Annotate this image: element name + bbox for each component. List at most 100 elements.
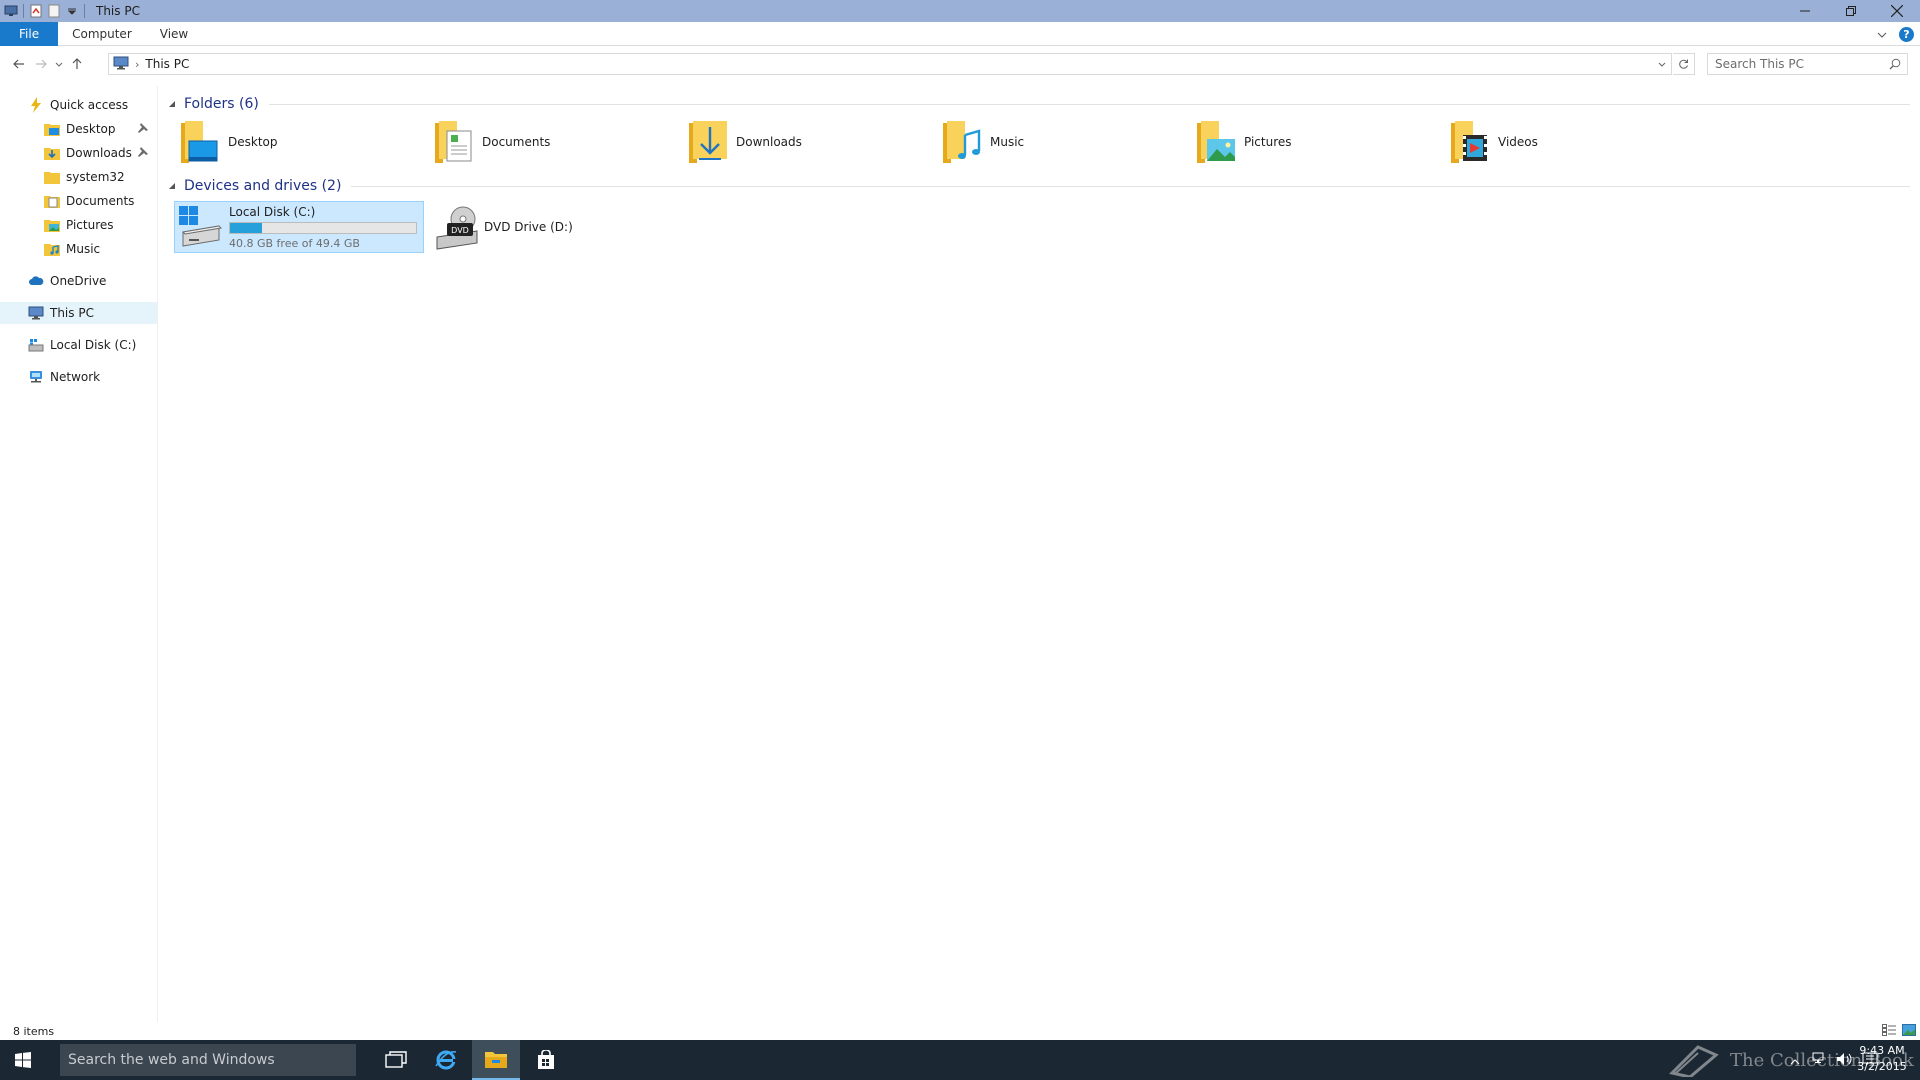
restore-button[interactable] <box>1828 0 1874 22</box>
ribbon-tabs: File Computer View ? <box>0 21 1920 46</box>
internet-explorer-icon <box>435 1050 457 1070</box>
task-view-button[interactable] <box>372 1040 420 1080</box>
tab-view[interactable]: View <box>146 22 202 46</box>
address-dropdown-button[interactable] <box>1653 54 1671 74</box>
folder-label: Videos <box>1498 135 1538 149</box>
nav-qa-downloads[interactable]: Downloads <box>0 142 157 164</box>
customize-toolbar-chevron-icon[interactable] <box>65 4 79 18</box>
videos-folder-icon <box>1448 118 1496 166</box>
nav-qa-system32[interactable]: system32 <box>0 166 157 188</box>
breadcrumb-this-pc[interactable]: This PC <box>145 57 189 71</box>
clock-time: 9:43 AM <box>1859 1044 1905 1057</box>
toolbar-divider <box>23 4 24 18</box>
folder-downloads[interactable]: Downloads <box>686 118 802 166</box>
pin-icon[interactable] <box>137 122 149 137</box>
nav-label: Desktop <box>66 122 116 136</box>
drive-dvd-d[interactable]: DVD DVD Drive (D:) <box>432 201 573 253</box>
dvd-drive-icon: DVD <box>432 202 482 252</box>
details-view-icon[interactable] <box>1882 1023 1896 1039</box>
drive-name: Local Disk (C:) <box>229 204 316 219</box>
book-icon <box>1669 1045 1719 1077</box>
nav-qa-desktop[interactable]: Desktop <box>0 118 157 140</box>
new-folder-icon[interactable] <box>47 4 61 18</box>
taskbar-search-placeholder: Search the web and Windows <box>68 1052 275 1068</box>
nav-label: Local Disk (C:) <box>50 338 137 352</box>
refresh-button[interactable] <box>1673 53 1695 75</box>
folder-label: Downloads <box>736 135 802 149</box>
dvd-badge-text: DVD <box>451 226 469 235</box>
help-icon[interactable]: ? <box>1899 26 1914 42</box>
nav-label: OneDrive <box>50 274 107 288</box>
large-icons-view-icon[interactable] <box>1902 1023 1916 1039</box>
properties-icon[interactable] <box>29 4 43 18</box>
clock-date: 3/2/2015 <box>1857 1060 1907 1073</box>
nav-qa-documents[interactable]: Documents <box>0 190 157 212</box>
nav-qa-pictures[interactable]: Pictures <box>0 214 157 236</box>
nav-local-disk[interactable]: Local Disk (C:) <box>0 334 157 356</box>
search-icon[interactable] <box>1889 58 1901 73</box>
forward-button[interactable] <box>30 53 52 75</box>
folder-videos[interactable]: Videos <box>1448 118 1538 166</box>
nav-label: Quick access <box>50 98 129 112</box>
up-button[interactable] <box>66 53 88 75</box>
nav-onedrive[interactable]: OneDrive <box>0 270 157 292</box>
drive-info: Local Disk (C:) 40.8 GB free of 49.4 GB <box>229 205 419 250</box>
title-bar: This PC <box>0 0 1920 22</box>
taskbar: Search the web and Windows The Collectio… <box>0 1040 1920 1080</box>
navigation-bar: › This PC <box>0 51 1920 77</box>
file-explorer-icon <box>485 1052 507 1068</box>
back-button[interactable] <box>8 53 30 75</box>
nav-network[interactable]: Network <box>0 366 157 388</box>
nav-label: Downloads <box>66 146 132 160</box>
quick-access-toolbar <box>0 0 88 22</box>
downloads-folder-icon <box>686 118 734 166</box>
internet-explorer-button[interactable] <box>422 1040 470 1080</box>
navigation-pane: Quick access Desktop Downloads system32 … <box>0 86 158 1022</box>
drive-name: DVD Drive (D:) <box>484 220 573 234</box>
drive-local-disk-c[interactable]: Local Disk (C:) 40.8 GB free of 49.4 GB <box>174 201 424 253</box>
expand-ribbon-chevron-icon[interactable] <box>1877 27 1887 41</box>
search-input[interactable] <box>1715 57 1885 71</box>
close-button[interactable] <box>1874 0 1920 22</box>
group-title: Folders (6) <box>184 96 259 112</box>
tab-file[interactable]: File <box>0 21 59 46</box>
recent-locations-button[interactable] <box>52 53 66 75</box>
nav-this-pc[interactable]: This PC <box>0 302 157 324</box>
folder-documents[interactable]: Documents <box>432 118 550 166</box>
drive-free-space: 40.8 GB free of 49.4 GB <box>229 236 360 250</box>
task-view-icon <box>385 1051 407 1068</box>
computer-icon <box>28 305 44 321</box>
nav-qa-music[interactable]: Music <box>0 238 157 260</box>
network-icon <box>28 369 44 385</box>
collapse-triangle-icon[interactable] <box>168 181 178 191</box>
this-pc-icon[interactable] <box>4 4 18 18</box>
network-tray-icon[interactable] <box>1812 1052 1828 1069</box>
lightning-star-icon <box>28 97 44 113</box>
search-box[interactable] <box>1707 53 1908 75</box>
group-header-folders[interactable]: Folders (6) <box>168 94 1910 114</box>
nav-quick-access[interactable]: Quick access <box>0 94 157 116</box>
minimize-button[interactable] <box>1782 0 1828 22</box>
address-bar[interactable]: › This PC <box>108 53 1672 75</box>
tab-computer[interactable]: Computer <box>58 22 146 46</box>
folder-label: Desktop <box>228 135 278 149</box>
breadcrumb-chevron-icon[interactable]: › <box>135 58 139 71</box>
start-button[interactable] <box>0 1040 46 1080</box>
taskbar-search-box[interactable]: Search the web and Windows <box>60 1044 356 1076</box>
folder-pictures[interactable]: Pictures <box>1194 118 1292 166</box>
file-view: Folders (6) Desktop Documents Downloads … <box>160 86 1920 1022</box>
group-divider <box>351 185 1910 187</box>
store-button[interactable] <box>522 1040 570 1080</box>
nav-label: Network <box>50 370 101 384</box>
nav-label: system32 <box>66 170 125 184</box>
toolbar-divider <box>84 4 85 18</box>
folder-desktop[interactable]: Desktop <box>178 118 278 166</box>
cloud-icon <box>28 273 44 289</box>
pin-icon[interactable] <box>137 146 149 161</box>
collapse-triangle-icon[interactable] <box>168 99 178 109</box>
group-header-devices[interactable]: Devices and drives (2) <box>168 176 1910 196</box>
file-explorer-button[interactable] <box>472 1040 520 1080</box>
show-hidden-icons-chevron-icon[interactable] <box>1790 1054 1800 1068</box>
folder-music[interactable]: Music <box>940 118 1024 166</box>
taskbar-clock[interactable]: 9:43 AM 3/2/2015 <box>1852 1043 1912 1075</box>
